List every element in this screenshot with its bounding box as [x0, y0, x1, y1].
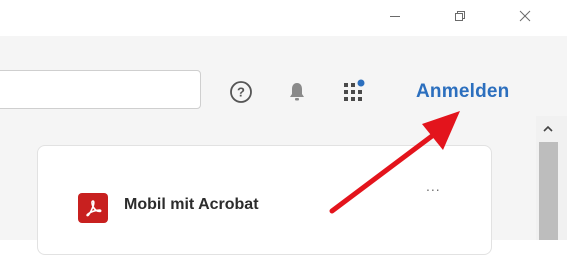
card-title: Mobil mit Acrobat [124, 196, 259, 213]
title-bar [0, 0, 567, 36]
apps-grid-icon [342, 78, 368, 109]
restore-icon [454, 9, 466, 27]
bell-icon [288, 81, 306, 108]
search-input[interactable] [0, 70, 201, 109]
more-options-button[interactable]: ... [426, 179, 446, 193]
scrollbar-thumb[interactable] [539, 142, 558, 240]
minimize-button[interactable] [372, 0, 418, 36]
chevron-up-icon [543, 120, 553, 138]
signin-button[interactable]: Anmelden [416, 78, 509, 106]
minimize-icon [389, 9, 401, 27]
restore-button[interactable] [437, 0, 483, 36]
help-button[interactable]: ? [227, 80, 255, 108]
close-icon [519, 9, 531, 27]
apps-button[interactable] [340, 78, 370, 108]
notifications-button[interactable] [284, 80, 310, 108]
svg-text:?: ? [237, 84, 245, 99]
acrobat-icon [78, 193, 108, 223]
help-icon: ? [229, 80, 253, 109]
scroll-up-button[interactable] [536, 118, 560, 140]
close-button[interactable] [502, 0, 548, 36]
